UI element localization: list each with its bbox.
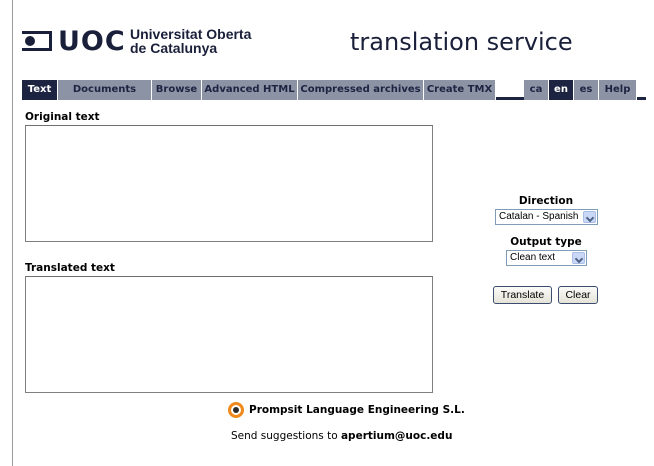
- output-type-select[interactable]: Clean text: [506, 250, 587, 266]
- suggestions-email[interactable]: apertium@uoc.edu: [341, 430, 452, 442]
- university-name: Universitat Oberta de Catalunya: [130, 27, 251, 55]
- lang-tab-ca[interactable]: ca: [524, 80, 549, 100]
- output-type-select-value: Clean text: [510, 252, 556, 263]
- direction-select[interactable]: Catalan - Spanish: [495, 209, 598, 225]
- tab-compressed-archives[interactable]: Compressed archives: [298, 80, 424, 100]
- service-title: translation service: [350, 28, 573, 56]
- chevron-down-icon[interactable]: [583, 211, 596, 223]
- tab-documents[interactable]: Documents: [58, 80, 152, 100]
- prompsit-logo-icon: [228, 402, 244, 418]
- uoc-logo: UOC: [22, 25, 126, 57]
- university-name-line1: Universitat Oberta: [130, 26, 252, 42]
- uoc-logo-text: UOC: [58, 25, 126, 57]
- translated-text-output[interactable]: [25, 276, 433, 393]
- original-text-input[interactable]: [25, 125, 433, 242]
- tab-help[interactable]: Help: [599, 80, 637, 100]
- chevron-down-icon[interactable]: [572, 252, 585, 264]
- tab-text[interactable]: Text: [22, 80, 58, 100]
- tab-advanced-html[interactable]: Advanced HTML: [202, 80, 298, 100]
- lang-tab-en[interactable]: en: [549, 80, 574, 100]
- uoc-logo-icon: [22, 31, 52, 51]
- page-left-border: [12, 0, 13, 466]
- direction-label: Direction: [518, 195, 574, 207]
- output-type-label: Output type: [510, 236, 582, 248]
- tab-browse[interactable]: Browse: [152, 80, 202, 100]
- prompsit-credit: Prompsit Language Engineering S.L.: [228, 402, 465, 418]
- lang-tab-es[interactable]: es: [574, 80, 599, 100]
- original-text-label: Original text: [25, 111, 100, 123]
- prompsit-company-name: Prompsit Language Engineering S.L.: [249, 404, 465, 416]
- direction-select-value: Catalan - Spanish: [499, 211, 579, 222]
- university-name-line2: de Catalunya: [130, 40, 218, 56]
- suggestions-text: Send suggestions to: [231, 430, 341, 442]
- translate-button[interactable]: Translate: [493, 286, 552, 304]
- tab-create-tmx[interactable]: Create TMX: [424, 80, 496, 100]
- tab-bar: Text Documents Browse Advanced HTML Comp…: [22, 80, 646, 100]
- suggestions-line: Send suggestions to apertium@uoc.edu: [231, 430, 452, 442]
- clear-button[interactable]: Clear: [558, 286, 598, 304]
- translated-text-label: Translated text: [25, 262, 115, 274]
